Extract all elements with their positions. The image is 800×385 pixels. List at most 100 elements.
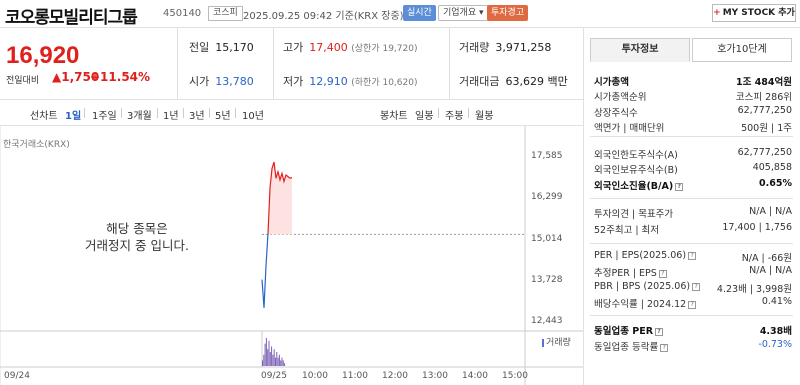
info-row-label: 외국인소진율(B/A)? — [594, 178, 684, 192]
price-line-down — [261, 233, 269, 308]
period-3y[interactable]: 3년 — [189, 107, 205, 122]
chevron-down-icon: ▾ — [479, 8, 484, 18]
volume-cell: 거래량 3,971,258 — [459, 39, 551, 55]
info-row-value: 405,858 — [752, 162, 792, 173]
open-cell: 시가 13,780 — [189, 73, 254, 89]
info-row: 동일업종 PER? 4.38배 — [594, 323, 792, 337]
plus-icon: + — [713, 8, 721, 18]
period-1y[interactable]: 1년 — [163, 107, 179, 122]
help-icon[interactable]: ? — [688, 251, 697, 260]
x-tick-label: 09/25 — [261, 371, 287, 381]
market-badge: 코스피 — [208, 6, 243, 21]
volume-bar — [268, 340, 270, 366]
low-value: 12,910 — [309, 75, 348, 88]
x-tick-label: 14:00 — [462, 371, 488, 381]
separator — [183, 108, 184, 118]
separator — [157, 108, 158, 118]
divider — [273, 28, 274, 100]
volume-bar — [262, 360, 263, 366]
tab-investment-info[interactable]: 투자정보 — [590, 38, 690, 62]
info-row: 배당수익률 | 2024.12? 0.41% — [594, 296, 792, 310]
trade-value-unit: 백만 — [547, 75, 568, 88]
investment-warning-badge[interactable]: 투자경고 — [487, 5, 529, 21]
info-row: 외국인소진율(B/A)? 0.65% — [594, 178, 792, 192]
volume-bar — [282, 360, 284, 366]
volume-bar — [277, 357, 279, 366]
low-cell: 저가 12,910 (하한가 10,620) — [283, 73, 417, 89]
period-3m[interactable]: 3개월 — [127, 107, 152, 122]
add-mystock-label: MY STOCK 추가 — [722, 8, 795, 18]
info-row: 외국인한도주식수(A) 62,777,250 — [594, 147, 792, 161]
trade-value-cell: 거래대금 63,629 백만 — [459, 73, 568, 89]
separator — [235, 108, 236, 118]
x-tick-label: 10:00 — [302, 371, 328, 381]
period-5y[interactable]: 5년 — [215, 107, 231, 122]
open-label: 시가 — [189, 75, 210, 88]
period-1w[interactable]: 1주일 — [92, 107, 117, 122]
volume-legend: 거래량 — [542, 335, 571, 348]
info-row-label: 외국인한도주식수(A) — [594, 150, 678, 161]
change-label: 전일대비 — [6, 76, 40, 86]
x-tick-label: 11:00 — [342, 371, 368, 381]
high-cell: 고가 17,400 (상한가 19,720) — [283, 39, 417, 55]
period-1d[interactable]: 1일 — [65, 107, 81, 122]
info-row-label: 액면가 | 매매단위 — [594, 123, 665, 134]
upper-limit: (상한가 19,720) — [351, 44, 418, 54]
separator — [209, 108, 210, 118]
add-mystock-button[interactable]: + MY STOCK 추가 — [712, 4, 796, 22]
tab-order-book[interactable]: 호가10단계 — [692, 38, 792, 62]
high-label: 고가 — [283, 41, 304, 54]
info-row-label: PER | EPS(2025.06)? — [594, 250, 697, 261]
y-tick-label: 16,299 — [531, 192, 563, 202]
info-row-label: PBR | BPS (2025.06)? — [594, 281, 701, 292]
trading-halt-message: 해당 종목은 거래정지 중 입니다. — [82, 220, 192, 254]
divider — [590, 315, 793, 316]
info-row-value: 62,777,250 — [737, 147, 792, 158]
info-row-value: N/A | N/A — [749, 206, 792, 217]
help-icon[interactable]: ? — [660, 343, 669, 352]
divider — [590, 243, 793, 244]
trade-value-value: 63,629 — [505, 75, 544, 88]
price-summary: 16,920 전일대비 ▲1,750 +11.54% 전일 15,170 시가 13… — [0, 28, 583, 100]
investment-info-panel: 투자정보 호가10단계 시가총액 1조 484억원 시가총액순위 코스피 286위 상장… — [583, 28, 800, 385]
info-row-value: 1조 484억원 — [736, 77, 792, 88]
help-icon[interactable]: ? — [692, 282, 701, 291]
info-row: 시가총액순위 코스피 286위 — [594, 89, 792, 103]
volume-bar — [273, 349, 275, 366]
realtime-button[interactable]: 실시간 — [403, 5, 436, 21]
help-icon[interactable]: ? — [655, 327, 664, 336]
info-row-value: 4.23배 | 3,998원 — [716, 284, 792, 295]
info-row-value: 0.41% — [761, 296, 792, 307]
volume-label: 거래량 — [459, 41, 490, 54]
stock-title[interactable]: 코오롱모빌리티그룹 — [5, 3, 138, 28]
help-icon[interactable]: ? — [675, 182, 684, 191]
info-row-value: 17,400 | 1,756 — [722, 222, 792, 233]
info-row: 외국인보유주식수(B) 405,858 — [594, 162, 792, 176]
volume-bar — [284, 363, 286, 366]
info-row: 추정PER | EPS? N/A | N/A — [594, 265, 792, 279]
period-selector: 선차트 1일 1주일 3개월 1년 3년 5년 10년 봉차트 일봉 주봉 월봉 — [0, 100, 583, 126]
period-10y[interactable]: 10년 — [242, 107, 264, 122]
info-row-value: N/A | N/A — [749, 265, 792, 276]
info-row-label: 동일업종 PER? — [594, 323, 664, 337]
help-icon[interactable]: ? — [658, 269, 667, 278]
period-monthly[interactable]: 월봉 — [475, 107, 493, 122]
open-value: 13,780 — [215, 75, 254, 88]
info-row-value: 4.38배 — [759, 326, 792, 337]
volume-value: 3,971,258 — [495, 41, 552, 54]
help-icon[interactable]: ? — [688, 300, 697, 309]
info-row-label: 추정PER | EPS? — [594, 265, 667, 279]
period-weekly[interactable]: 주봉 — [445, 107, 463, 122]
current-price: 16,920 — [6, 42, 80, 69]
price-chart[interactable] — [0, 126, 583, 385]
company-overview-button[interactable]: 기업개요 ▾ — [438, 5, 489, 21]
info-row-label: 52주최고 | 최저 — [594, 225, 660, 236]
period-daily[interactable]: 일봉 — [415, 107, 433, 122]
info-row: 액면가 | 매매단위 500원 | 1주 — [594, 120, 792, 134]
low-label: 저가 — [283, 75, 304, 88]
info-row: 상장주식수 62,777,250 — [594, 105, 792, 119]
info-row-value: 0.65% — [759, 178, 792, 189]
stock-code: 450140 — [163, 8, 202, 19]
change-percent: +11.54% — [90, 70, 151, 84]
volume-bar — [265, 338, 267, 366]
